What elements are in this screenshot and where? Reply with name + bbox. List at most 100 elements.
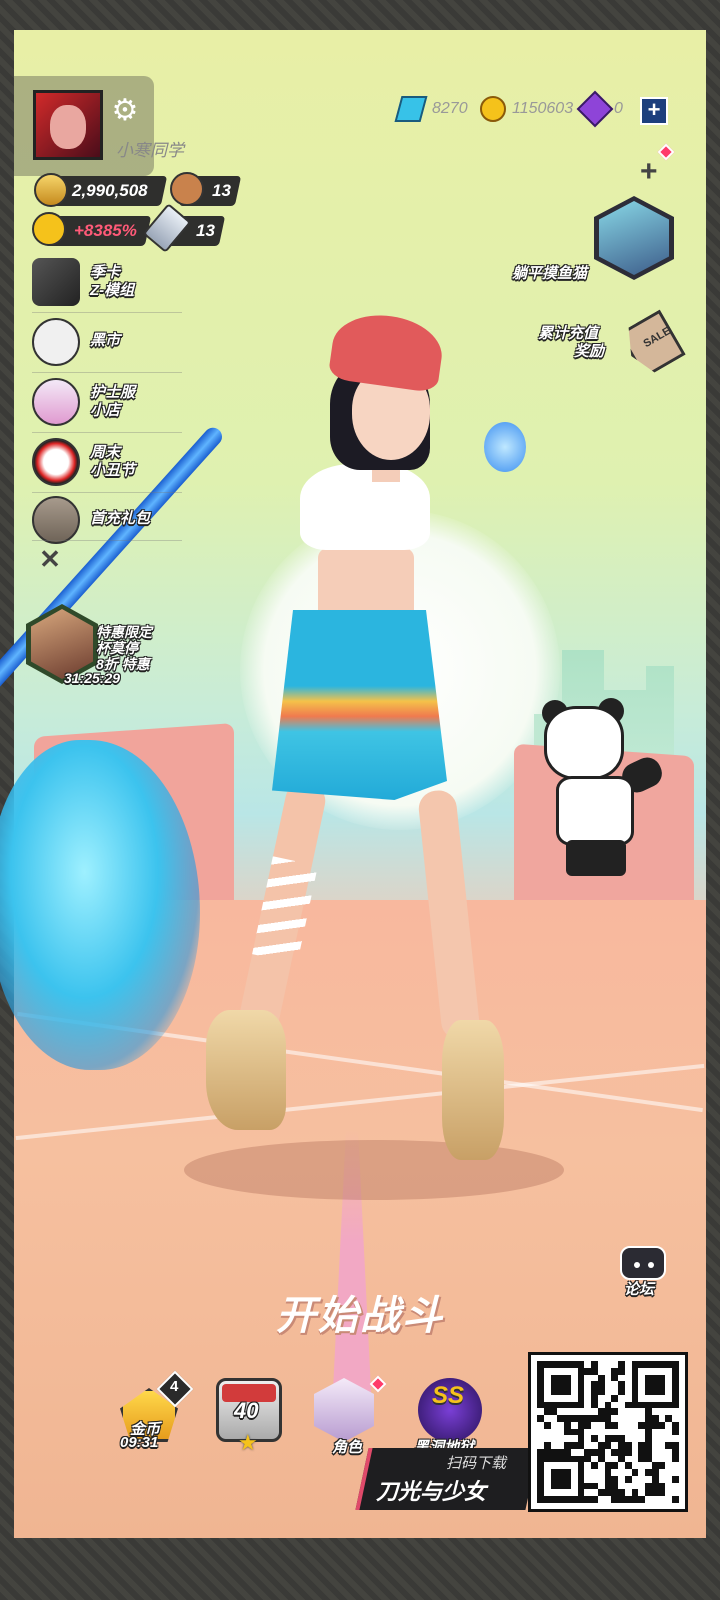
qr-module [564, 1475, 571, 1483]
menu-divider [32, 432, 182, 433]
qr-module [672, 1401, 679, 1409]
add-currency-button[interactable]: + [640, 97, 668, 125]
qr-module [604, 1361, 612, 1368]
qr-module [645, 1408, 652, 1416]
qr-module [665, 1388, 673, 1395]
qr-module [584, 1381, 592, 1389]
qr-module [658, 1408, 666, 1416]
qr-module [672, 1489, 679, 1497]
start-battle-button[interactable]: 开始战斗 [240, 1283, 480, 1341]
qr-module [564, 1401, 571, 1409]
qr-module [651, 1415, 659, 1422]
qr-module [618, 1374, 625, 1382]
qr-module [611, 1496, 619, 1503]
add-icon[interactable]: + [640, 155, 658, 189]
qr-module [658, 1469, 666, 1476]
qr-module [597, 1455, 605, 1463]
fishing-cat-label[interactable]: 躺平摸鱼猫 [512, 262, 587, 283]
qr-module [665, 1367, 673, 1375]
qr-module [631, 1421, 639, 1429]
qr-module [537, 1361, 544, 1368]
download-qr-code[interactable] [528, 1352, 688, 1512]
qr-module [618, 1462, 625, 1470]
qr-module [570, 1367, 578, 1375]
recharge-reward-label-2[interactable]: 奖励 [574, 340, 604, 361]
panda-mascot[interactable] [536, 690, 667, 880]
qr-module [631, 1462, 639, 1470]
level-button[interactable]: 40 ★ [214, 1374, 288, 1458]
qr-module [611, 1401, 619, 1409]
qr-module [638, 1462, 646, 1470]
qr-module [597, 1475, 605, 1483]
qr-module [570, 1442, 578, 1449]
qr-module [564, 1435, 571, 1443]
menu-label: 小店 [90, 402, 121, 419]
qr-module [564, 1367, 571, 1375]
game-title: 刀光与少女 [376, 1479, 487, 1504]
qr-module [577, 1421, 585, 1429]
qr-module [537, 1475, 544, 1483]
qr-module [611, 1489, 619, 1497]
spade-icon [32, 318, 80, 366]
qr-module [672, 1428, 679, 1436]
forum-icon-eye [648, 1262, 654, 1268]
panda-legs [566, 840, 626, 876]
bonus-percent: +8385% [74, 221, 137, 240]
character-button[interactable]: 角色 [308, 1374, 387, 1458]
qr-module [658, 1442, 666, 1449]
menu-black-market[interactable]: 黑市 [32, 318, 222, 370]
qr-module [584, 1496, 592, 1503]
qr-module [604, 1367, 612, 1375]
menu-weekend-clown[interactable]: 周末 小丑节 [32, 438, 222, 490]
gold-reward-button[interactable]: 4 金币 09:31 [112, 1370, 194, 1458]
close-menu-icon[interactable]: ✕ [36, 545, 64, 573]
qr-module [564, 1489, 571, 1497]
qr-module [577, 1469, 585, 1476]
qr-module [557, 1496, 565, 1503]
qr-module [584, 1367, 592, 1375]
limited-offer-promo[interactable]: 特惠限定 杯莫停 8折 特惠 31:25:29 [26, 604, 176, 692]
qr-module [631, 1469, 639, 1476]
menu-nurse-shop[interactable]: 护士服 小店 [32, 378, 222, 430]
qr-module [658, 1381, 666, 1389]
gem-count: 8270 [432, 100, 468, 117]
qr-module [584, 1394, 592, 1402]
qr-module [658, 1435, 666, 1443]
qr-module [557, 1401, 565, 1409]
qr-module [557, 1428, 565, 1436]
black-hole-hell-button[interactable]: SS 黑洞地狱 [412, 1374, 486, 1458]
qr-module [624, 1428, 632, 1436]
qr-module [624, 1462, 632, 1470]
qr-module [665, 1482, 673, 1490]
qr-module [557, 1388, 565, 1395]
qr-module [597, 1482, 605, 1490]
qr-module [665, 1475, 673, 1483]
qr-module [597, 1469, 605, 1476]
qr-module [604, 1435, 612, 1443]
qr-module [618, 1381, 625, 1389]
qr-module [564, 1462, 571, 1470]
character-shoe [206, 1010, 286, 1130]
qr-module [591, 1482, 598, 1490]
qr-module [570, 1482, 578, 1490]
forum-button[interactable]: 论坛 [614, 1240, 674, 1300]
settings-gear-icon[interactable]: ⚙ [108, 94, 142, 128]
qr-module [543, 1482, 551, 1490]
qr-module [543, 1428, 551, 1436]
qr-module [591, 1374, 598, 1382]
qr-module [543, 1455, 551, 1463]
menu-season-card[interactable]: 季卡 Z-模组 [32, 258, 222, 310]
qr-module [631, 1435, 639, 1443]
qr-module [591, 1381, 598, 1389]
qr-module [658, 1367, 666, 1375]
qr-module [570, 1428, 578, 1436]
qr-module [665, 1381, 673, 1389]
qr-module [564, 1496, 571, 1503]
qr-module [604, 1475, 612, 1483]
qr-module [651, 1469, 659, 1476]
qr-module [665, 1462, 673, 1470]
player-avatar[interactable] [33, 90, 103, 160]
qr-module [557, 1374, 565, 1382]
qr-module [658, 1361, 666, 1368]
qr-module [672, 1367, 679, 1375]
